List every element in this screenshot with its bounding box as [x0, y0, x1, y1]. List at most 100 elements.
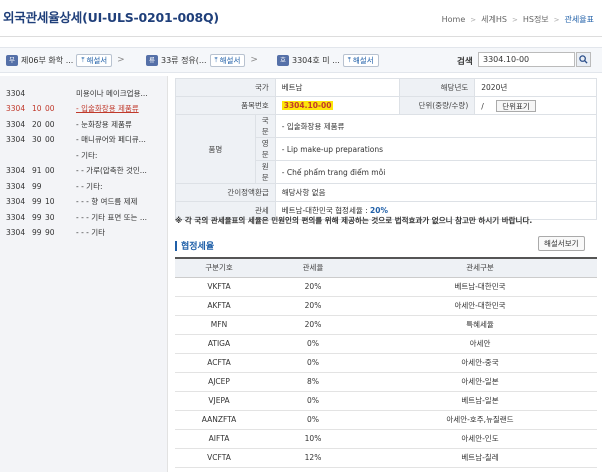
tree-item[interactable]: 3304 10 00 - 입술화장용 제품류 [0, 102, 168, 116]
upload-icon: ⤒ [214, 55, 218, 64]
breadcrumb-hs-info[interactable]: HS정보 [523, 14, 549, 25]
tree-item-description: - 입술화장용 제품류 [76, 104, 139, 113]
rate-value: 0% [263, 334, 363, 354]
section-tag: 부 [6, 54, 18, 66]
search-button[interactable] [576, 52, 591, 67]
rate-code: ATIGA [175, 334, 263, 354]
breadcrumb-world-hs[interactable]: 세계HS [481, 14, 507, 25]
tree-item[interactable]: 3304 20 00 - 눈화장용 제품류 [0, 117, 168, 131]
rate-value: 12% [263, 448, 363, 468]
nav-section: 부 제06부 화학 ... ⤒ 해설서 > [6, 53, 127, 67]
tree-item-description: - - - 향 여드름 제제 [76, 197, 138, 206]
rate-type: 아세안-일본 [363, 372, 597, 392]
tree-item-description: - 기타: [76, 150, 98, 160]
search-icon [579, 55, 588, 64]
section-text[interactable]: 제06부 화학 ... [21, 55, 73, 66]
rate-code: MFN [175, 315, 263, 335]
rate-code: VKFTA [175, 277, 263, 297]
tree-item-description: - - - 기타 [76, 228, 106, 237]
table-row: AJCEP 8% 아세안-일본 [175, 372, 597, 392]
agreement-title-text: 협정세율 [181, 242, 215, 252]
tree-item-code: 90 [45, 228, 55, 237]
breadcrumb: Home > 세계HS > HS정보 > 관세율표 [442, 14, 594, 25]
rate-value: 0% [263, 410, 363, 430]
unit-notation-button[interactable]: 단위표기 [496, 99, 536, 112]
rate-type: 아세안-대한민국 [363, 296, 597, 316]
tree-item-code: 3304 [6, 88, 26, 98]
tree-item-code: 99 [32, 212, 42, 222]
tree-item-description: - 눈화장용 제품류 [76, 119, 132, 129]
rate-type: 아세안-호주,뉴질랜드 [363, 410, 597, 430]
col-header-rate: 관세율 [263, 258, 363, 278]
tree-item[interactable]: 3304 99 30 - - - 기타 표면 또는 ... [0, 210, 168, 224]
tree-item-code: 3304 [6, 228, 26, 237]
rate-code: AKFTA [175, 296, 263, 316]
legal-notice: ※ 각 국의 관세율표의 세율은 민원인의 편의를 위해 제공하는 것으로 법적… [175, 216, 533, 225]
chapter-text[interactable]: 33류 정유(... [161, 55, 207, 66]
table-row: ATIGA 0% 아세안 [175, 334, 597, 354]
code-cell: 3304.10-00 [274, 96, 401, 115]
table-row: VJEPA 0% 베트남-일본 [175, 391, 597, 411]
rate-type: 아세안-중국 [363, 353, 597, 373]
english-value: - Lip make-up preparations [274, 137, 598, 161]
tree-item-code: 30 [45, 212, 55, 222]
unit-cell: / 단위표기 [474, 96, 597, 115]
tree-item-code: 20 [32, 119, 42, 129]
heading-text[interactable]: 3304호 미 ... [292, 55, 340, 66]
year-value: 2020년 [474, 78, 597, 97]
rate-type: 아세안-인도 [363, 429, 597, 449]
rate-value: 8% [263, 372, 363, 392]
korean-label: 국문 [254, 114, 276, 138]
unit-label: 단위(중량/수량) [399, 96, 476, 115]
rate-type: 베트남-칠레 [363, 448, 597, 468]
breadcrumb-tariff-table[interactable]: 관세율표 [565, 14, 594, 25]
tree-item[interactable]: 3304 99 - - 기타: [0, 179, 168, 193]
korean-value: - 입술화장용 제품류 [274, 114, 598, 138]
rate-type: 아세안 [363, 334, 597, 354]
tree-item-code: 3304 [6, 166, 26, 175]
tree-item-description: - - 가루(압축한 것인... [76, 166, 147, 175]
tree-item-code: 99 [32, 228, 42, 237]
rate-value: 10% [263, 429, 363, 449]
search-input[interactable]: 3304.10-00 [478, 52, 575, 67]
chapter-explain-button[interactable]: ⤒ 해설서 [209, 53, 246, 67]
tree-item-code: 00 [45, 166, 55, 175]
section-marker [175, 240, 177, 251]
tree-item-code: 3304 [6, 135, 26, 144]
tree-item-code: 99 [32, 197, 42, 206]
tree-item-code: 3304 [6, 104, 26, 113]
section-explain-button[interactable]: ⤒ 해설서 [76, 53, 113, 67]
tree-item[interactable]: 3304 99 10 - - - 향 여드름 제제 [0, 195, 168, 209]
breadcrumb-home[interactable]: Home [442, 15, 466, 24]
heading-explain-button[interactable]: ⤒ 해설서 [342, 53, 379, 67]
code-value: 3304.10-00 [281, 101, 334, 110]
tree-item[interactable]: 3304 99 90 - - - 기타 [0, 226, 168, 240]
view-explanation-button[interactable]: 해설서보기 [538, 236, 585, 251]
refund-value: 해당사항 없음 [274, 183, 598, 202]
tree-item-code: 99 [32, 181, 42, 191]
tree-item[interactable]: 3304 91 00 - - 가루(압축한 것인... [0, 164, 168, 178]
table-row: VCFTA 12% 베트남-칠레 [175, 448, 597, 468]
tree-item-code: 3304 [6, 212, 26, 222]
tree-item[interactable]: - 기타: [0, 148, 168, 162]
tree-item-code: 00 [45, 119, 55, 129]
chevron-right-icon: > [250, 55, 258, 65]
header-divider [0, 36, 602, 37]
search-label: 검색 [457, 57, 473, 67]
tree-item[interactable]: 3304 30 00 - 매니큐어와 페디큐... [0, 133, 168, 147]
heading-tag: 호 [277, 54, 289, 66]
tree-item-code: 30 [32, 135, 42, 144]
tree-item-code: 00 [45, 135, 55, 144]
chevron-right-icon: > [553, 15, 560, 24]
tree-item[interactable]: 3304 미용이나 메이크업용... [0, 86, 168, 100]
chapter-tag: 류 [146, 54, 158, 66]
heading-explain-label: 해설서 [352, 55, 374, 65]
rate-code: VJEPA [175, 391, 263, 411]
code-label: 품목번호 [175, 96, 276, 115]
tree-item-code: 3304 [6, 181, 26, 191]
tree-item-description: - - 기타: [76, 181, 103, 191]
chevron-right-icon: > [470, 15, 477, 24]
tree-item-description: - - - 기타 표면 또는 ... [76, 212, 147, 222]
country-label: 국가 [175, 78, 276, 97]
table-row: ACFTA 0% 아세안-중국 [175, 353, 597, 373]
